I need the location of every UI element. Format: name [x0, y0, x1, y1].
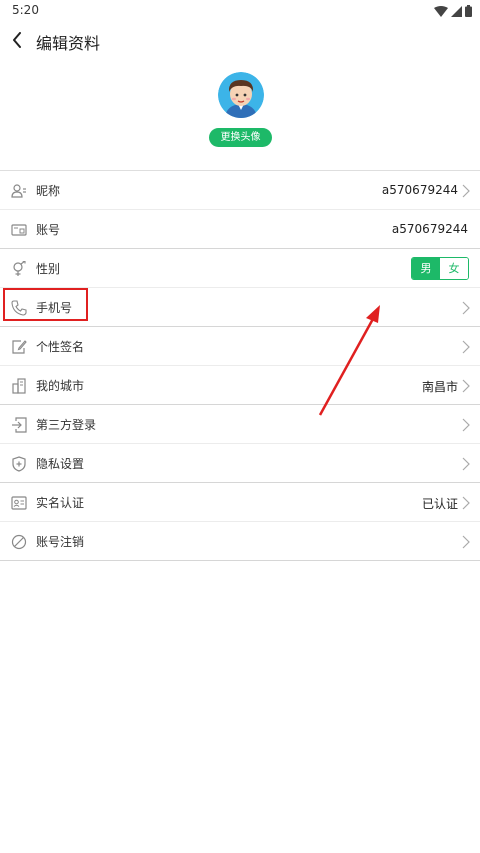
row-third-party-login[interactable]: 第三方登录 — [0, 405, 480, 444]
city-value: 南昌市 — [421, 380, 458, 394]
settings-list: 昵称 a570679244 账号 a570679244 性别 男 女 手机号 个… — [0, 170, 480, 561]
row-signature[interactable]: 个性签名 — [0, 327, 480, 366]
chevron-right-icon — [462, 301, 470, 315]
gender-option-female[interactable]: 女 — [440, 258, 468, 279]
change-avatar-button[interactable]: 更换头像 — [209, 128, 272, 147]
chevron-right-icon — [462, 340, 470, 354]
id-verify-icon — [11, 496, 27, 510]
row-gender: 性别 男 女 — [0, 249, 480, 288]
avatar[interactable] — [218, 72, 264, 118]
gender-toggle: 男 女 — [411, 257, 469, 280]
row-label: 性别 — [36, 262, 61, 276]
page-title: 编辑资料 — [36, 34, 101, 53]
row-privacy[interactable]: 隐私设置 — [0, 444, 480, 483]
row-label: 账号注销 — [36, 535, 85, 549]
chevron-right-icon — [462, 184, 470, 198]
avatar-image — [218, 72, 264, 118]
chevron-right-icon — [462, 535, 470, 549]
battery-icon — [465, 5, 472, 17]
row-real-name[interactable]: 实名认证 已认证 — [0, 483, 480, 522]
chevron-right-icon — [462, 379, 470, 393]
status-icons — [434, 3, 472, 19]
row-city[interactable]: 我的城市 南昌市 — [0, 366, 480, 405]
id-card-icon — [11, 224, 27, 236]
cancel-icon — [11, 534, 27, 550]
chevron-right-icon — [462, 457, 470, 471]
shield-icon — [12, 456, 26, 472]
gender-icon — [13, 261, 26, 276]
back-arrow-icon — [13, 32, 21, 48]
status-time: 5:20 — [12, 3, 39, 17]
status-bar: 5:20 — [0, 0, 480, 22]
row-label: 第三方登录 — [36, 418, 97, 432]
header: 编辑资料 — [0, 22, 480, 58]
chevron-right-icon — [462, 496, 470, 510]
building-icon — [12, 378, 26, 394]
row-account: 账号 a570679244 — [0, 210, 480, 249]
verify-status-value: 已认证 — [421, 497, 458, 511]
wifi-icon — [434, 5, 448, 17]
row-label: 账号 — [36, 223, 61, 237]
user-icon — [11, 184, 26, 198]
row-label: 昵称 — [36, 184, 61, 198]
signal-icon — [451, 5, 462, 17]
row-nickname[interactable]: 昵称 a570679244 — [0, 171, 480, 210]
account-value: a570679244 — [391, 222, 468, 236]
chevron-right-icon — [462, 418, 470, 432]
row-label: 隐私设置 — [36, 457, 85, 471]
login-icon — [12, 417, 27, 433]
signature-icon — [12, 340, 27, 354]
nickname-value: a570679244 — [381, 183, 458, 197]
row-label: 个性签名 — [36, 340, 85, 354]
back-button[interactable] — [4, 26, 30, 54]
row-account-cancel[interactable]: 账号注销 — [0, 522, 480, 561]
annotation-highlight-box — [3, 288, 88, 321]
gender-option-male[interactable]: 男 — [412, 258, 440, 279]
row-label: 实名认证 — [36, 496, 85, 510]
row-label: 我的城市 — [36, 379, 85, 393]
